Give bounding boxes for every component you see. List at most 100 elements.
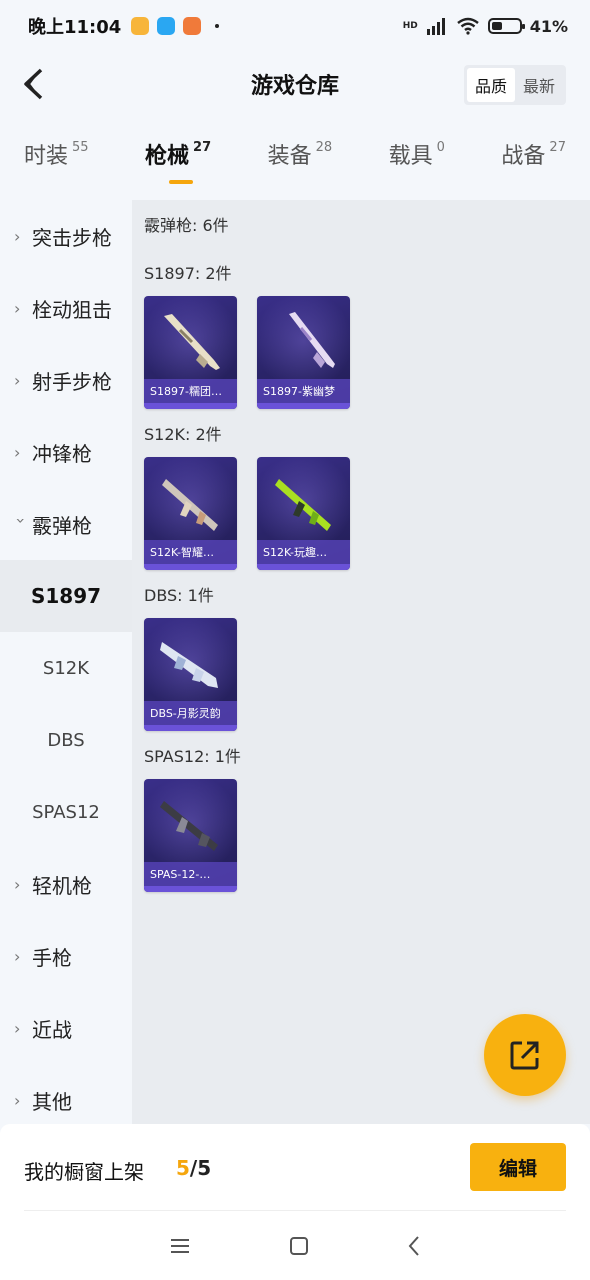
rarity-bar <box>144 403 237 409</box>
weapon-card[interactable]: DBS-月影灵韵 <box>144 618 237 731</box>
back-nav-icon[interactable] <box>407 1235 421 1257</box>
signal-icon <box>426 18 445 35</box>
showcase-count: 5/5 <box>176 1156 211 1180</box>
weapon-card[interactable]: S1897-紫幽梦 <box>257 296 350 409</box>
sidebar-subitem-spas12[interactable]: SPAS12 <box>0 776 132 848</box>
status-bar: 晚上11:04 HD 41% <box>0 0 590 52</box>
system-nav-bar <box>0 1212 590 1280</box>
chevron-right-icon: › <box>14 1018 21 1038</box>
weapon-list: 霰弹枪: 6件 S1897: 2件 S1897-糯团… S1897-紫幽梦 S1… <box>132 200 590 1124</box>
sidebar-item-assault-rifle[interactable]: › 突击步枪 <box>0 200 132 272</box>
wifi-icon <box>456 17 479 35</box>
chevron-right-icon: › <box>14 370 21 390</box>
chevron-right-icon: › <box>14 442 21 462</box>
group-dbs: DBS: 1件 DBS-月影灵韵 <box>144 582 590 731</box>
group-label: SPAS12: 1件 <box>144 747 241 766</box>
status-app-icons <box>131 17 220 35</box>
group-spas12: SPAS12: 1件 SPAS-12-… <box>144 743 590 892</box>
weapon-card[interactable]: SPAS-12-… <box>144 779 237 892</box>
status-time: 晚上11:04 <box>28 17 122 38</box>
item-row: SPAS-12-… <box>144 779 590 892</box>
item-row: S12K-智耀… S12K-玩趣… <box>144 457 590 570</box>
sidebar-item-label: 突击步枪 <box>32 225 112 250</box>
sidebar-subitem-s1897[interactable]: S1897 <box>0 560 132 632</box>
home-icon[interactable] <box>289 1236 309 1256</box>
weapon-name: S12K-智耀… <box>144 540 237 564</box>
network-hd-label: HD <box>402 21 418 31</box>
chevron-right-icon: › <box>14 1090 21 1110</box>
tab-supplies[interactable]: 战备 27 <box>501 138 566 194</box>
showcase-total: /5 <box>189 1156 212 1180</box>
status-indicators: HD 41% <box>403 17 568 36</box>
share-external-icon <box>510 1041 539 1070</box>
sidebar-subitem-dbs[interactable]: DBS <box>0 704 132 776</box>
active-tab-indicator <box>169 180 194 184</box>
tab-label: 载具 <box>388 144 433 169</box>
tab-label: 战备 <box>501 144 546 169</box>
chat-app-icon <box>157 17 176 35</box>
sidebar-item-smg[interactable]: › 冲锋枪 <box>0 416 132 488</box>
weapon-card[interactable]: S1897-糯团… <box>144 296 237 409</box>
tab-equipment[interactable]: 装备 28 <box>268 138 333 194</box>
rarity-bar <box>144 886 237 892</box>
sort-latest-button[interactable]: 最新 <box>515 68 563 102</box>
sidebar-item-bolt-sniper[interactable]: › 栓动狙击 <box>0 272 132 344</box>
chevron-right-icon: › <box>14 874 21 894</box>
sidebar-item-shotgun[interactable]: › 霰弹枪 <box>0 488 132 560</box>
chevron-right-icon: › <box>14 946 21 966</box>
back-button[interactable] <box>14 64 54 104</box>
sidebar-item-label: 近战 <box>32 1017 72 1042</box>
sidebar-item-label: 霰弹枪 <box>32 513 92 538</box>
rarity-bar <box>144 564 237 570</box>
tab-count: 0 <box>436 140 445 155</box>
sidebar-item-melee[interactable]: › 近战 <box>0 992 132 1064</box>
tab-label: 时装 <box>24 144 69 169</box>
battery-level <box>491 22 503 30</box>
category-tabs: 时装 55 枪械 27 装备 28 载具 0 战备 27 <box>0 138 590 194</box>
edit-button[interactable]: 编辑 <box>470 1143 566 1191</box>
shotgun-bullpup-silver-icon <box>160 642 218 688</box>
tab-count: 27 <box>549 140 566 155</box>
battery-icon <box>487 18 525 34</box>
chevron-right-icon: › <box>14 298 21 318</box>
shotgun-pump-cream-icon <box>164 314 220 370</box>
tab-firearms[interactable]: 枪械 27 <box>145 138 211 194</box>
weapon-card[interactable]: S12K-玩趣… <box>257 457 350 570</box>
app-header: 游戏仓库 品质 最新 <box>0 52 590 116</box>
sidebar-item-label: 手枪 <box>32 945 72 970</box>
weapon-card[interactable]: S12K-智耀… <box>144 457 237 570</box>
chevron-down-icon: › <box>11 517 31 524</box>
shotgun-auto-green-icon <box>275 479 331 531</box>
menu-icon[interactable] <box>169 1237 191 1255</box>
sidebar-item-label: 轻机枪 <box>32 873 92 898</box>
sidebar-item-label: 其他 <box>32 1089 72 1114</box>
shotgun-pump-purple-icon <box>289 312 335 368</box>
category-total-label: 霰弹枪: 6件 <box>144 216 229 235</box>
sidebar-subitem-s12k[interactable]: S12K <box>0 632 132 704</box>
weapon-name: SPAS-12-… <box>144 862 237 886</box>
group-s1897: S1897: 2件 S1897-糯团… S1897-紫幽梦 <box>144 260 590 409</box>
item-row: DBS-月影灵韵 <box>144 618 590 731</box>
back-arrow-icon <box>24 68 43 100</box>
more-notifications-icon <box>215 24 220 28</box>
shotgun-spas-dark-icon <box>160 801 218 851</box>
sidebar-item-label: 冲锋枪 <box>32 441 92 466</box>
tab-count: 55 <box>72 140 89 155</box>
tab-fashion[interactable]: 时装 55 <box>24 138 89 194</box>
shotgun-auto-tan-icon <box>162 479 218 531</box>
tab-count: 28 <box>315 140 333 155</box>
sort-quality-button[interactable]: 品质 <box>466 68 515 102</box>
rarity-bar <box>144 725 237 731</box>
showcase-bar: 我的橱窗上架 5/5 编辑 <box>0 1124 590 1212</box>
weapon-name: S12K-玩趣… <box>257 540 350 564</box>
weapon-name: S1897-紫幽梦 <box>257 379 350 403</box>
tab-count: 27 <box>193 140 212 155</box>
sidebar-item-lmg[interactable]: › 轻机枪 <box>0 848 132 920</box>
tab-vehicles[interactable]: 载具 0 <box>389 138 445 194</box>
sidebar-item-marksman-rifle[interactable]: › 射手步枪 <box>0 344 132 416</box>
share-fab-button[interactable] <box>484 1014 566 1096</box>
sidebar-item-pistol[interactable]: › 手枪 <box>0 920 132 992</box>
group-s12k: S12K: 2件 S12K-智耀… S12K-玩趣… <box>144 421 590 570</box>
showcase-current: 5 <box>176 1156 190 1180</box>
weapon-name: DBS-月影灵韵 <box>144 701 237 725</box>
